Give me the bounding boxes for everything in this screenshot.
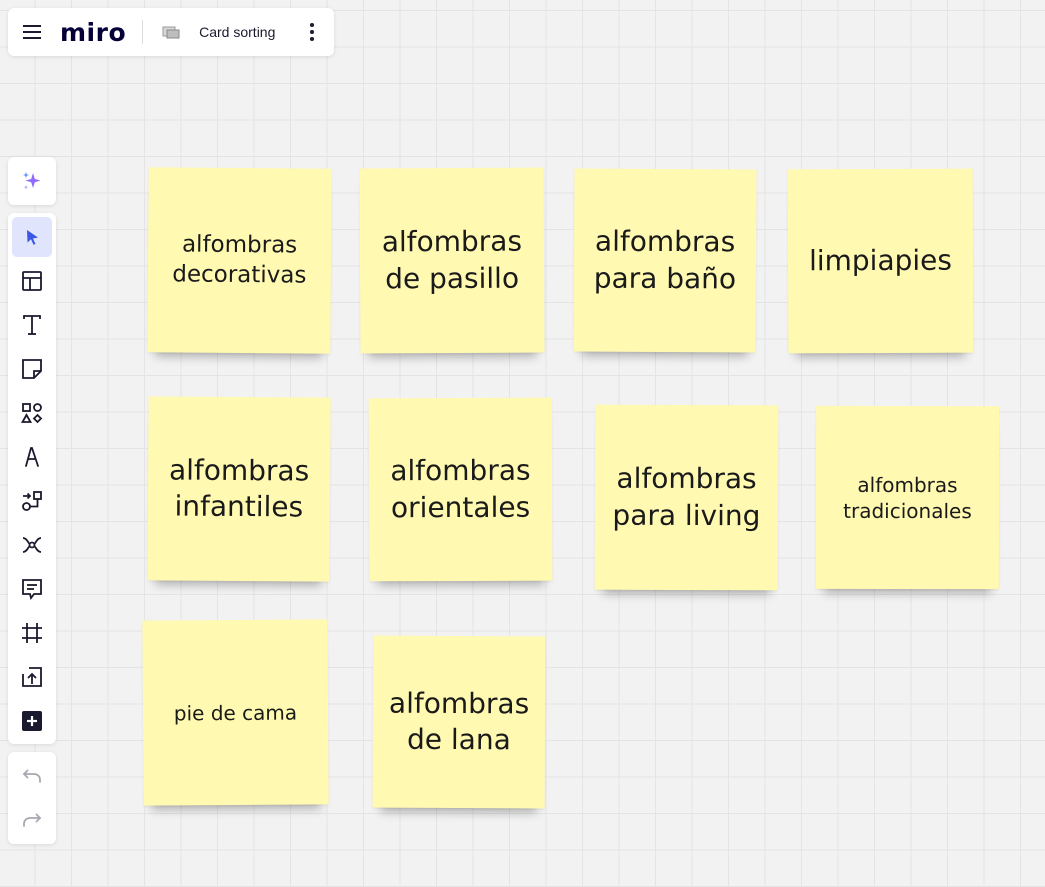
sticky-note[interactable]: pie de cama (142, 619, 329, 806)
sticky-note[interactable]: limpiapies (787, 168, 974, 354)
sticky-note-text: alfombras infantiles (168, 453, 310, 524)
sticky-note[interactable]: alfombras de lana (372, 635, 546, 809)
sticky-note-text: alfombras tradicionales (843, 472, 972, 523)
sticky-note[interactable]: alfombras decorativas (147, 167, 332, 354)
sticky-note-text: alfombras de pasillo (381, 224, 523, 295)
sticky-note-text: alfombras para living (612, 461, 761, 532)
frame-icon[interactable] (12, 613, 52, 653)
sticky-note[interactable]: alfombras de pasillo (359, 167, 545, 354)
header-divider (142, 20, 144, 44)
redo-icon[interactable] (12, 800, 52, 840)
undo-icon[interactable] (12, 756, 52, 796)
sticky-note-text: alfombras orientales (390, 453, 531, 524)
sticky-note-text: pie de cama (173, 700, 298, 725)
sticky-note-text: alfombras de lana (388, 686, 530, 757)
sticky-note[interactable]: alfombras para living (594, 404, 779, 591)
comment-icon[interactable] (12, 569, 52, 609)
sticky-note-text: alfombras para baño (593, 224, 737, 295)
diagram-icon[interactable] (12, 481, 52, 521)
mind-map-icon[interactable] (12, 525, 52, 565)
templates-icon[interactable] (12, 261, 52, 301)
sticky-note-icon[interactable] (12, 349, 52, 389)
miro-logo[interactable]: miro (60, 20, 126, 45)
sticky-note[interactable]: alfombras orientales (368, 397, 553, 582)
sticky-note[interactable]: alfombras para baño (573, 168, 757, 353)
select-cursor-icon[interactable] (12, 217, 52, 257)
hamburger-menu-icon[interactable] (20, 20, 44, 44)
board-title[interactable]: Card sorting (199, 24, 275, 40)
ai-panel (8, 157, 56, 205)
more-options-icon[interactable] (302, 20, 322, 44)
add-more-icon[interactable] (12, 701, 52, 741)
history-panel (8, 752, 56, 844)
board-header: miro Card sorting (8, 8, 334, 56)
magic-sparkle-icon[interactable] (12, 161, 52, 201)
tools-panel (8, 213, 56, 744)
sticky-note-text: limpiapies (808, 243, 953, 278)
sticky-note[interactable]: alfombras infantiles (147, 396, 331, 582)
board-thumbnail-icon (161, 24, 181, 40)
text-icon[interactable] (12, 305, 52, 345)
sticky-note[interactable]: alfombras tradicionales (815, 405, 1000, 590)
pen-icon[interactable] (12, 437, 52, 477)
sticky-note-text: alfombras decorativas (172, 231, 307, 289)
upload-icon[interactable] (12, 657, 52, 697)
shapes-icon[interactable] (12, 393, 52, 433)
